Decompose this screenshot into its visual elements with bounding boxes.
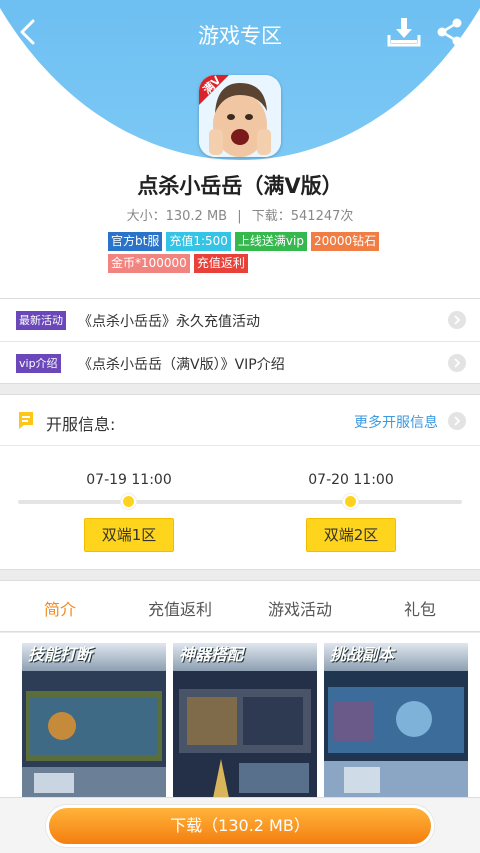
screenshot[interactable]: 技能打断	[22, 643, 166, 798]
activity-row-vip[interactable]: vip介绍 《点杀小岳岳（满V版）》VIP介绍	[0, 342, 480, 385]
screenshot-image	[22, 671, 166, 798]
server-time: 07-20 11:00	[308, 472, 394, 488]
share-icon[interactable]	[434, 16, 466, 48]
server-timeline: 07-19 11:00 双端1区 07-20 11:00 双端2区	[0, 446, 480, 570]
chevron-right-icon[interactable]	[448, 412, 466, 430]
app-downloads: 下载：541247次	[251, 209, 354, 224]
bookmark-icon	[19, 412, 33, 429]
activity-badge: 最新活动	[16, 311, 66, 330]
more-server-info-link[interactable]: 更多开服信息	[354, 412, 438, 432]
tag: 充值1:500	[166, 232, 231, 251]
activity-row-latest[interactable]: 最新活动 《点杀小岳岳》永久充值活动	[0, 299, 480, 342]
screenshot[interactable]: 挑战副本	[324, 643, 468, 798]
activity-text: 《点杀小岳岳》永久充值活动	[78, 314, 260, 330]
app-name: 点杀小岳岳（满V版）	[137, 174, 343, 198]
app-size: 大小：130.2 MB	[126, 209, 228, 224]
server-button-2[interactable]: 双端2区	[306, 518, 396, 552]
screenshot-caption: 挑战副本	[324, 643, 468, 671]
download-icon[interactable]	[386, 14, 422, 50]
download-button[interactable]: 下载（130.2 MB）	[46, 805, 434, 847]
tab-bar: 简介 充值返利 游戏活动 礼包	[0, 580, 480, 632]
app-tags: 官方bt服 充值1:500 上线送满vip 20000钻石 金币*100000 …	[108, 232, 398, 273]
screenshot[interactable]: 神器搭配	[173, 643, 317, 798]
screenshot-image	[173, 671, 317, 798]
bottom-bar: 下载（130.2 MB）	[0, 797, 480, 853]
tag: 上线送满vip	[234, 232, 307, 251]
top-bar: 游戏专区	[0, 0, 480, 66]
tab-game-activities[interactable]: 游戏活动	[240, 596, 360, 620]
screenshot-image	[324, 671, 468, 798]
tab-intro[interactable]: 简介	[0, 596, 120, 620]
meta-separator: |	[237, 209, 242, 224]
server-info-header: 开服信息: 更多开服信息	[0, 394, 480, 446]
server-info-title: 开服信息:	[46, 415, 116, 434]
tag: 官方bt服	[108, 232, 163, 251]
app-icon-art: 满V	[199, 75, 281, 157]
tag: 20000钻石	[310, 232, 380, 251]
activity-badge: vip介绍	[16, 354, 61, 373]
tag: 充值返利	[193, 254, 248, 273]
server-time: 07-19 11:00	[86, 472, 172, 488]
tab-recharge-rebate[interactable]: 充值返利	[120, 596, 240, 620]
app-icon: 满V	[199, 75, 281, 157]
screenshot-caption: 神器搭配	[173, 643, 317, 671]
app-header: 游戏专区 满V 点杀小岳岳（满V版） 大小：130.2 MB | 下载：5412…	[0, 0, 480, 300]
server-button-1[interactable]: 双端1区	[84, 518, 174, 552]
chevron-right-icon	[448, 354, 466, 372]
tag: 金币*100000	[108, 254, 190, 273]
app-meta: 大小：130.2 MB | 下载：541247次	[0, 205, 480, 224]
activity-list: 最新活动 《点杀小岳岳》永久充值活动 vip介绍 《点杀小岳岳（满V版）》VIP…	[0, 298, 480, 384]
timeline-dot	[121, 494, 136, 509]
tab-gift[interactable]: 礼包	[360, 596, 480, 620]
screenshot-caption: 技能打断	[22, 643, 166, 671]
screenshot-gallery: 技能打断 神器搭配 挑战副本	[0, 633, 480, 798]
timeline-line	[18, 500, 462, 504]
chevron-right-icon	[448, 311, 466, 329]
activity-text: 《点杀小岳岳（满V版）》VIP介绍	[78, 357, 285, 373]
timeline-dot	[343, 494, 358, 509]
